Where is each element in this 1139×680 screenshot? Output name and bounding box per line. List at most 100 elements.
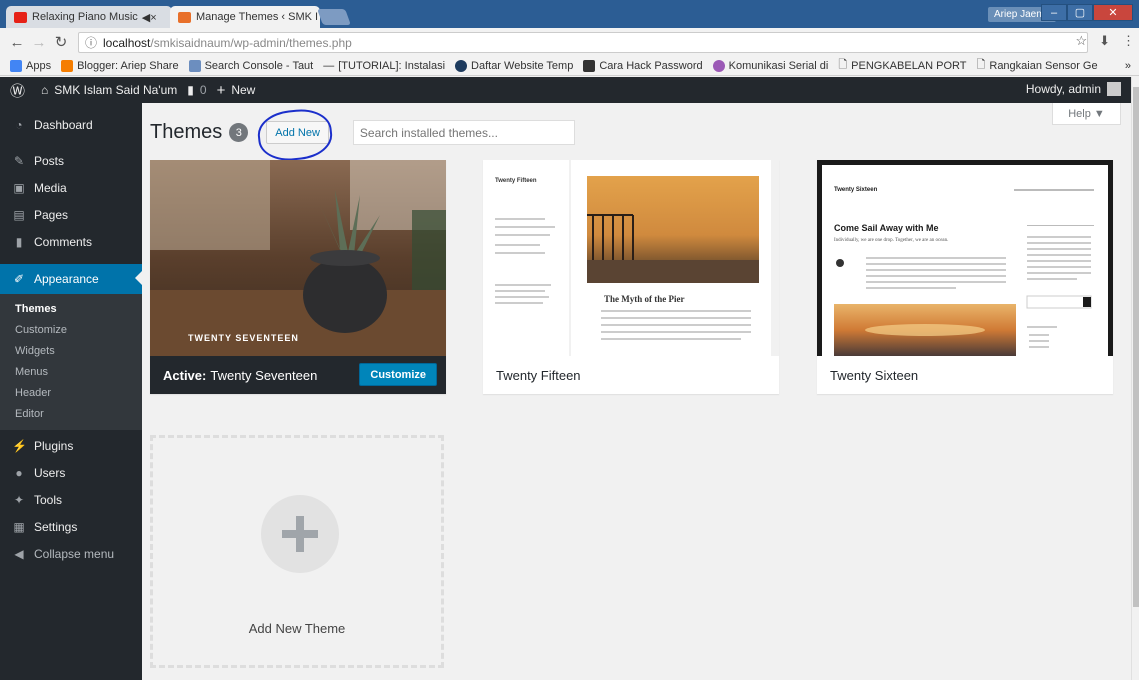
menu-comments[interactable]: ▮ Comments (0, 228, 142, 255)
bookmark-rangkaian[interactable]: 🗋 Rangkaian Sensor Ge (977, 56, 1098, 75)
bookmark-label: PENGKABELAN PORT (851, 59, 967, 72)
extension-icon[interactable]: ⬇ (1099, 33, 1110, 49)
theme-footer: Active: Twenty Seventeen Customize (150, 356, 446, 394)
menu-dots-icon[interactable]: ⋮ (1122, 33, 1135, 49)
menu-tools[interactable]: ✦ Tools (0, 486, 142, 513)
youtube-icon (14, 11, 27, 23)
tab-relaxing-piano[interactable]: Relaxing Piano Music ◀× (6, 6, 172, 28)
avatar (1107, 82, 1121, 96)
menu-settings[interactable]: ▦ Settings (0, 513, 142, 540)
maximize-icon[interactable]: ▢ (1067, 4, 1093, 21)
menu-label: Pages (34, 207, 69, 222)
close-window-icon[interactable]: ✕ (1093, 4, 1133, 21)
tab-label: Manage Themes ‹ SMK I (196, 11, 319, 23)
info-icon[interactable]: ⓘ (85, 34, 97, 51)
menu-label: Collapse menu (34, 546, 115, 561)
bookmark-pengkabelan[interactable]: 🗋 PENGKABELAN PORT (838, 56, 966, 75)
submenu-menus[interactable]: Menus (0, 362, 142, 383)
bookmark-cara-hack[interactable]: Cara Hack Password (583, 59, 703, 72)
menu-label: Settings (34, 519, 78, 534)
star-icon[interactable]: ☆ (1075, 33, 1087, 49)
bookmark-apps[interactable]: Apps (10, 59, 51, 72)
browser-tab-strip: Relaxing Piano Music ◀× Manage Themes ‹ … (0, 0, 1139, 28)
bookmark-search-console[interactable]: Search Console - Taut (188, 59, 314, 72)
blogger-icon (61, 59, 74, 72)
menu-users[interactable]: ● Users (0, 459, 142, 486)
bookmark-daftar-website[interactable]: Daftar Website Temp (455, 59, 573, 72)
menu-pages[interactable]: ▤ Pages (0, 201, 142, 228)
site-name-link[interactable]: ⌂ SMK Islam Said Na'um (41, 83, 177, 97)
tab-label: Relaxing Piano Music (32, 11, 138, 23)
settings-icon: ▦ (13, 519, 25, 534)
menu-posts[interactable]: ✎ Posts (0, 147, 142, 174)
add-new-theme-card[interactable]: Add New Theme (150, 435, 444, 668)
minimize-icon[interactable]: – (1041, 4, 1067, 21)
search-themes-input[interactable] (352, 120, 575, 145)
menu-dashboard[interactable]: ◔ Dashboard (0, 111, 142, 138)
bookmark-tutorial[interactable]: — [TUTORIAL]: Instalasi (323, 60, 445, 72)
audio-close-icon[interactable]: ◀× (142, 11, 157, 24)
theme-footer: Twenty Fifteen (483, 356, 779, 394)
comment-count: 0 (199, 83, 207, 97)
preview-post-title: The Myth of the Pier (604, 294, 685, 304)
tab-manage-themes[interactable]: Manage Themes ‹ SMK I ✕ (170, 6, 320, 28)
new-content-link[interactable]: + New (217, 82, 256, 99)
theme-name: Twenty Sixteen (830, 367, 919, 383)
theme-card-twenty-fifteen[interactable]: Twenty Fifteen The Myth of the Pier Twen… (483, 160, 779, 394)
wordpress-logo-icon[interactable]: Ⓦ (10, 80, 25, 101)
appearance-submenu: Themes Customize Widgets Menus Header Ed… (0, 294, 142, 430)
themes-content: Help ▼ Themes 3 Add New T (142, 103, 1131, 680)
active-label: Active: (163, 367, 207, 383)
theme-footer: Twenty Sixteen (817, 356, 1113, 394)
menu-media[interactable]: ▣ Media (0, 174, 142, 201)
theme-card-twenty-seventeen[interactable]: TWENTY SEVENTEEN Active: Twenty Seventee… (150, 160, 446, 394)
reload-icon[interactable]: ↻ (50, 33, 72, 51)
bookmark-label: Search Console - Taut (204, 59, 314, 72)
page-title: Themes (150, 121, 223, 143)
brush-icon: ✐ (13, 272, 25, 286)
comments-link[interactable]: ▮ 0 (187, 83, 206, 97)
bookmark-komunikasi[interactable]: Komunikasi Serial di (712, 59, 828, 72)
wrench-icon: ✦ (13, 492, 25, 507)
more-bookmarks[interactable]: » (1125, 60, 1131, 72)
forward-icon[interactable]: → (28, 34, 50, 51)
add-new-button[interactable]: Add New (255, 106, 335, 164)
theme-card-twenty-sixteen[interactable]: Twenty Sixteen Come Sail Away with Me In… (817, 160, 1113, 394)
window-controls: – ▢ ✕ (1041, 4, 1133, 21)
collapse-icon: ◀ (14, 546, 24, 561)
customize-button[interactable]: Customize (359, 363, 437, 386)
page-scrollbar[interactable] (1131, 77, 1139, 680)
address-bar: ← → ↻ ⓘ localhost/smkisaidnaum/wp-admin/… (0, 28, 1139, 56)
theme-screenshot[interactable]: Twenty Sixteen Come Sail Away with Me In… (817, 160, 1113, 356)
theme-screenshot[interactable]: Twenty Fifteen The Myth of the Pier (483, 160, 779, 356)
hacker-icon (583, 59, 596, 72)
pin-icon: ✎ (13, 153, 25, 168)
submenu-header[interactable]: Header (0, 383, 142, 404)
menu-label: Tools (34, 492, 63, 507)
plus-icon (261, 495, 339, 573)
bookmark-blogger[interactable]: Blogger: Ariep Share (61, 59, 179, 72)
my-account[interactable]: Howdy, admin (1026, 82, 1121, 96)
url-input[interactable]: ⓘ localhost/smkisaidnaum/wp-admin/themes… (78, 32, 1088, 53)
bookmark-label: Cara Hack Password (599, 59, 703, 72)
submenu-editor[interactable]: Editor (0, 404, 142, 425)
submenu-themes[interactable]: Themes (0, 299, 142, 320)
bookmark-label: [TUTORIAL]: Instalasi (338, 59, 446, 72)
scrollbar-thumb[interactable] (1133, 87, 1139, 607)
pages-icon: ▤ (13, 207, 25, 222)
comment-icon: ▮ (15, 234, 23, 249)
wordpress-tab-icon (178, 11, 191, 23)
submenu-customize[interactable]: Customize (0, 320, 142, 341)
submenu-widgets[interactable]: Widgets (0, 341, 142, 362)
theme-screenshot[interactable]: TWENTY SEVENTEEN (150, 160, 446, 356)
wp-admin-bar: Ⓦ ⌂ SMK Islam Said Na'um ▮ 0 + New Howdy, a… (0, 77, 1131, 103)
new-tab-button[interactable] (317, 9, 351, 25)
menu-appearance[interactable]: ✐ Appearance (0, 264, 142, 294)
url-host: localhost (103, 35, 151, 50)
help-tab-button[interactable]: Help ▼ (1052, 103, 1121, 125)
menu-plugins[interactable]: ⚡ Plugins (0, 432, 142, 459)
collapse-menu-button[interactable]: ◀ Collapse menu (0, 540, 142, 567)
back-icon[interactable]: ← (6, 34, 28, 51)
admin-menu: ◔ Dashboard ✎ Posts ▣ Media ▤ Pages ▮ Comment… (0, 103, 142, 680)
twenty-sixteen-preview (834, 189, 1094, 356)
